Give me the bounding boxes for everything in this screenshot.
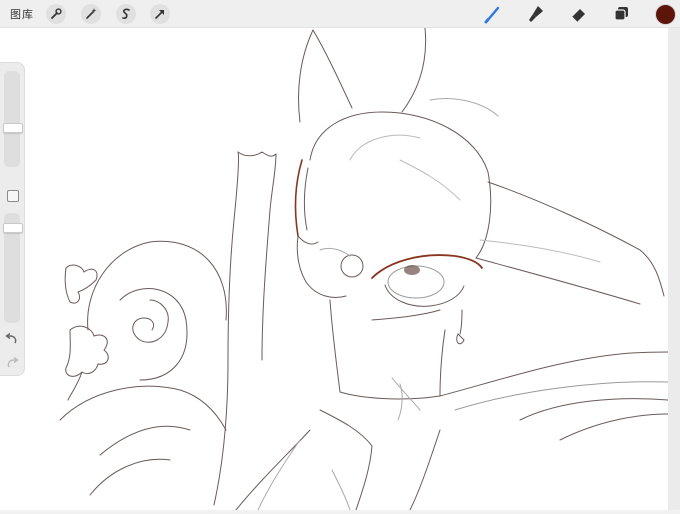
selection-s-icon <box>122 8 130 19</box>
transform-button[interactable] <box>150 4 170 24</box>
transform-arrow-icon <box>155 10 164 19</box>
layers-icon <box>614 7 628 21</box>
brush-size-slider[interactable] <box>4 71 20 167</box>
smudge-icon <box>529 6 543 22</box>
eraser-tool-button[interactable] <box>567 3 589 25</box>
opacity-thumb[interactable] <box>3 223 23 233</box>
eraser-icon <box>571 9 585 23</box>
magic-wand-icon <box>86 8 97 19</box>
brush-tool-button[interactable] <box>482 3 504 25</box>
sketch-artwork <box>59 27 669 511</box>
left-sidebar <box>0 62 25 376</box>
smudge-tool-button[interactable] <box>525 3 547 25</box>
actions-button[interactable] <box>46 4 66 24</box>
gallery-button[interactable]: 图库 <box>10 6 34 22</box>
redo-arrow-icon[interactable] <box>5 356 19 371</box>
brush-size-thumb[interactable] <box>3 123 23 133</box>
top-toolbar: 图库 <box>0 0 680 28</box>
layers-button[interactable] <box>610 3 632 25</box>
wrench-icon <box>51 8 62 19</box>
selection-button[interactable] <box>116 4 136 24</box>
color-swatch-button[interactable] <box>655 4 676 25</box>
undo-arrow-icon[interactable] <box>5 332 19 347</box>
square-modifier-icon[interactable] <box>7 190 19 202</box>
brush-icon <box>484 6 500 24</box>
drawing-canvas[interactable] <box>0 27 669 511</box>
canvas-edge <box>668 28 680 510</box>
adjustments-button[interactable] <box>81 4 101 24</box>
